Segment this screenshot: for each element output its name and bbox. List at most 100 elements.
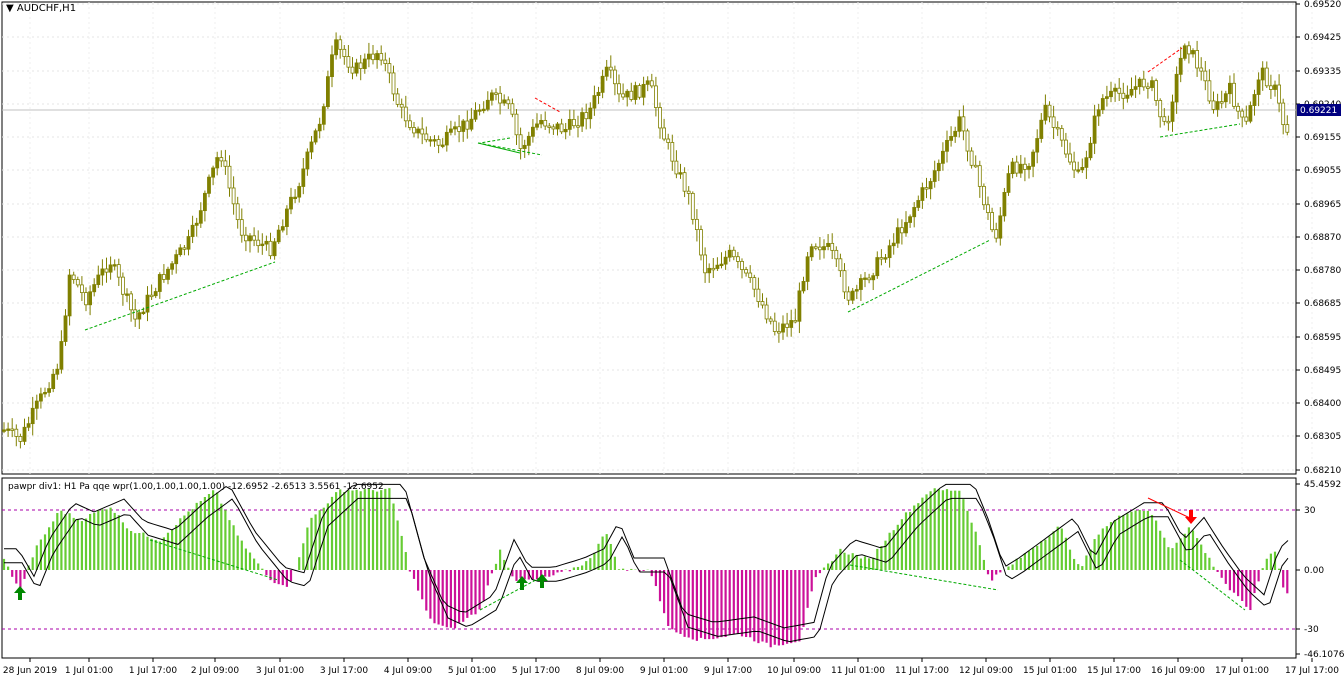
candle — [1146, 82, 1150, 99]
candle — [805, 252, 810, 291]
candle-body — [231, 187, 236, 205]
candle-body — [1166, 120, 1171, 124]
candle-body — [1178, 57, 1183, 75]
candle — [957, 109, 962, 138]
candle-body — [731, 249, 736, 258]
candle — [1002, 187, 1007, 222]
candle — [731, 246, 736, 261]
candle-body — [658, 107, 662, 129]
candle-body — [477, 109, 482, 112]
candle — [506, 96, 511, 110]
candle-body — [1064, 139, 1068, 155]
candle-body — [211, 167, 216, 178]
candle — [633, 81, 638, 105]
candle-body — [1105, 96, 1109, 99]
candle — [895, 218, 900, 248]
candle-body — [928, 181, 933, 190]
candle-body — [1133, 86, 1138, 90]
candle — [461, 118, 466, 142]
candle-body — [498, 92, 503, 104]
chart-canvas[interactable]: 0.695200.694250.693350.692400.691550.690… — [0, 0, 1344, 682]
candle-body — [662, 127, 666, 140]
candle-body — [1035, 138, 1040, 153]
candle-body — [789, 320, 794, 328]
candle-body — [219, 157, 224, 162]
candle-body — [567, 118, 572, 130]
candle-body — [1232, 82, 1236, 107]
candle — [375, 50, 380, 69]
candle — [96, 265, 101, 288]
price-label: 0.68870 — [1304, 233, 1341, 243]
candle — [1187, 41, 1191, 64]
candle-body — [1281, 102, 1286, 126]
candle-body — [1264, 67, 1269, 87]
candle — [1080, 158, 1085, 173]
candle — [637, 83, 642, 100]
candle-body — [305, 151, 310, 170]
candle-body — [182, 247, 187, 250]
candle — [809, 243, 814, 261]
candle-body — [715, 264, 720, 269]
candle — [108, 256, 113, 280]
symbol-title: ▼ AUDCHF,H1 — [6, 3, 76, 14]
candle-body — [391, 72, 396, 95]
candle-body — [268, 240, 273, 257]
candle — [1264, 61, 1269, 88]
candle-body — [1039, 119, 1044, 139]
candle-body — [965, 130, 970, 152]
candle — [1027, 163, 1031, 179]
candle-body — [850, 290, 855, 301]
candle-body — [752, 277, 757, 290]
candle — [736, 251, 740, 269]
candle — [932, 160, 937, 188]
candle — [354, 58, 359, 77]
candle-body — [1248, 105, 1253, 122]
candle-body — [202, 192, 207, 212]
candle-body — [1256, 79, 1261, 95]
candle — [1035, 129, 1040, 164]
candle-body — [6, 428, 10, 431]
candle — [764, 297, 769, 324]
candle — [900, 219, 904, 245]
candle-body — [272, 241, 277, 257]
candle — [781, 315, 785, 340]
candle-body — [465, 120, 470, 130]
candle — [383, 52, 388, 72]
candle-body — [10, 428, 15, 431]
candle — [949, 126, 953, 147]
candle-body — [190, 224, 195, 237]
candle — [338, 35, 343, 59]
candle-body — [867, 277, 871, 281]
candle-body — [982, 185, 986, 206]
candle-body — [1199, 67, 1204, 72]
candle-body — [399, 103, 404, 108]
candle — [584, 103, 589, 130]
candle-body — [592, 95, 597, 109]
candle-body — [895, 227, 900, 244]
candle-body — [941, 150, 945, 164]
candle — [908, 214, 912, 228]
candle-body — [1088, 142, 1093, 159]
candle — [297, 182, 302, 203]
indicator-axis-label: 30 — [1304, 506, 1316, 516]
candle — [293, 189, 298, 204]
candle — [1133, 75, 1138, 98]
candlestick-series — [2, 32, 1290, 449]
candle-body — [432, 139, 437, 142]
candle — [104, 257, 109, 283]
main-pane-frame — [1, 1, 1297, 475]
candle-body — [170, 263, 175, 270]
candle-body — [625, 90, 630, 98]
candle-body — [2, 429, 6, 432]
candle — [572, 109, 576, 129]
candle — [604, 59, 609, 81]
price-label: 0.68495 — [1304, 366, 1341, 376]
candle — [1023, 157, 1027, 182]
candle-body — [1018, 163, 1023, 174]
candle-body — [690, 192, 695, 220]
candle-body — [133, 309, 138, 320]
candle-body — [14, 428, 19, 437]
chevron-down-icon[interactable]: ▼ — [6, 3, 14, 14]
candle-body — [403, 106, 408, 122]
price-label: 0.69425 — [1304, 33, 1341, 43]
